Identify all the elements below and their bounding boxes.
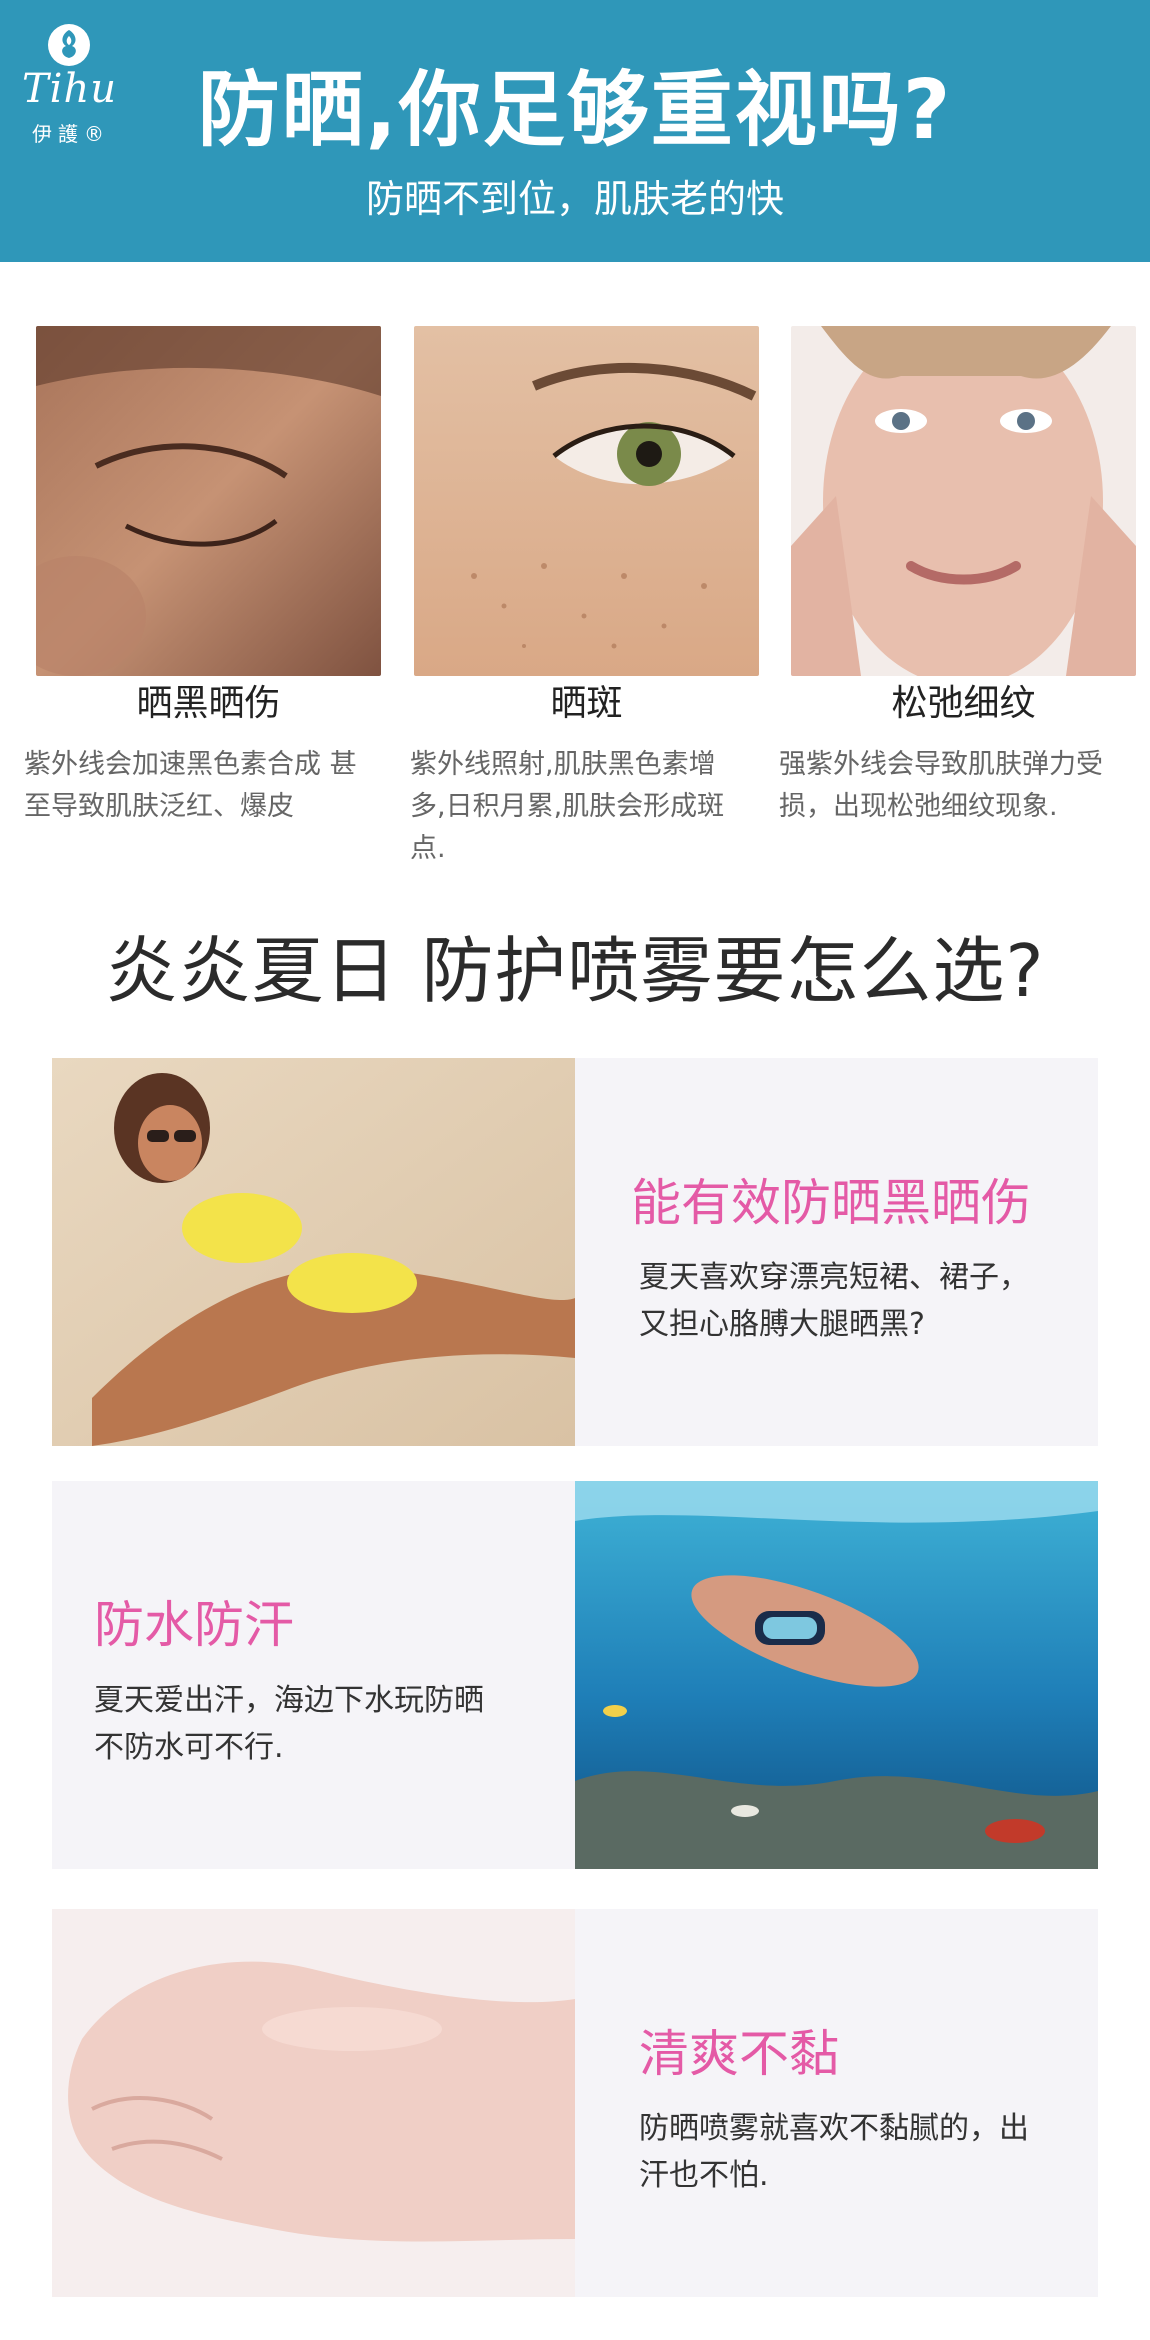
- feature-heading: 清爽不黏: [639, 2025, 839, 2083]
- body-line: 夏天爱出汗，海边下水玩防晒: [94, 1683, 484, 1718]
- damage-card-wrinkles: 松弛细纹 强紫外线会导致肌肤弹力受 损，出现松弛细纹现象.: [779, 326, 1136, 822]
- woman-face-photo: [791, 326, 1136, 676]
- body-line: 又担心胳膊大腿晒黑?: [639, 1307, 925, 1342]
- freckled-eye-photo: [414, 326, 759, 676]
- damage-title: 晒黑晒伤: [136, 683, 281, 724]
- header-banner: Tihu 伊護® 防晒,你足够重视吗? 防晒不到位，肌肤老的快: [0, 0, 1150, 262]
- desc-line: 多,日积月累,肌肤会形成斑: [410, 791, 725, 822]
- desc-line: 至导致肌肤泛红、爆皮: [24, 791, 294, 822]
- beach-woman-photo: [52, 1058, 575, 1446]
- body-line: 不防水可不行.: [94, 1730, 284, 1765]
- feature-text: 防水防汗 夏天爱出汗，海边下水玩防晒 不防水可不行.: [52, 1481, 575, 1869]
- body-line: 夏天喜欢穿漂亮短裙、裙子，: [639, 1260, 1029, 1295]
- feature-text: 清爽不黏 防晒喷雾就喜欢不黏腻的，出 汗也不怕.: [575, 1909, 1098, 2297]
- desc-line: 点.: [410, 833, 446, 864]
- damage-desc: 强紫外线会导致肌肤弹力受 损，出现松弛细纹现象.: [779, 744, 1139, 828]
- body-line: 汗也不怕.: [639, 2158, 769, 2193]
- feature-body: 夏天喜欢穿漂亮短裙、裙子， 又担心胳膊大腿晒黑?: [639, 1254, 1029, 1348]
- desc-line: 强紫外线会导致肌肤弹力受: [779, 749, 1103, 780]
- body-line: 防晒喷雾就喜欢不黏腻的，出: [639, 2111, 1029, 2146]
- feature-heading: 防水防汗: [94, 1596, 294, 1654]
- hand-photo: [52, 1909, 575, 2297]
- feature-text: 能有效防晒黑晒伤 夏天喜欢穿漂亮短裙、裙子， 又担心胳膊大腿晒黑?: [575, 1058, 1098, 1446]
- section-title: 炎炎夏日 防护喷雾要怎么选?: [105, 929, 1045, 1013]
- damage-title: 松弛细纹: [891, 683, 1036, 724]
- damage-desc: 紫外线照射,肌肤黑色素增 多,日积月累,肌肤会形成斑 点.: [410, 744, 770, 870]
- feature-waterproof: 防水防汗 夏天爱出汗，海边下水玩防晒 不防水可不行.: [52, 1481, 1098, 1869]
- feature-body: 防晒喷雾就喜欢不黏腻的，出 汗也不怕.: [639, 2105, 1029, 2199]
- rose-logo-icon: [48, 24, 90, 66]
- feature-body: 夏天爱出汗，海边下水玩防晒 不防水可不行.: [94, 1677, 484, 1771]
- tanned-face-photo: [36, 326, 381, 676]
- damage-card-spots: 晒斑 紫外线照射,肌肤黑色素增 多,日积月累,肌肤会形成斑 点.: [410, 326, 759, 864]
- page-subtitle: 防晒不到位，肌肤老的快: [365, 177, 784, 221]
- desc-line: 损，出现松弛细纹现象.: [779, 791, 1058, 822]
- desc-line: 紫外线照射,肌肤黑色素增: [410, 749, 716, 780]
- damage-card-tan: 晒黑晒伤 紫外线会加速黑色素合成 甚 至导致肌肤泛红、爆皮: [24, 326, 381, 822]
- damage-desc: 紫外线会加速黑色素合成 甚 至导致肌肤泛红、爆皮: [24, 744, 394, 828]
- feature-non-sticky: 清爽不黏 防晒喷雾就喜欢不黏腻的，出 汗也不怕.: [52, 1909, 1098, 2297]
- feature-uv-protection: 能有效防晒黑晒伤 夏天喜欢穿漂亮短裙、裙子， 又担心胳膊大腿晒黑?: [52, 1058, 1098, 1446]
- feature-heading: 能有效防晒黑晒伤: [631, 1174, 1031, 1232]
- page-title: 防晒,你足够重视吗?: [197, 63, 953, 158]
- desc-line: 紫外线会加速黑色素合成 甚: [24, 749, 357, 780]
- damage-title: 晒斑: [550, 683, 623, 724]
- snorkeling-photo: [575, 1481, 1098, 1869]
